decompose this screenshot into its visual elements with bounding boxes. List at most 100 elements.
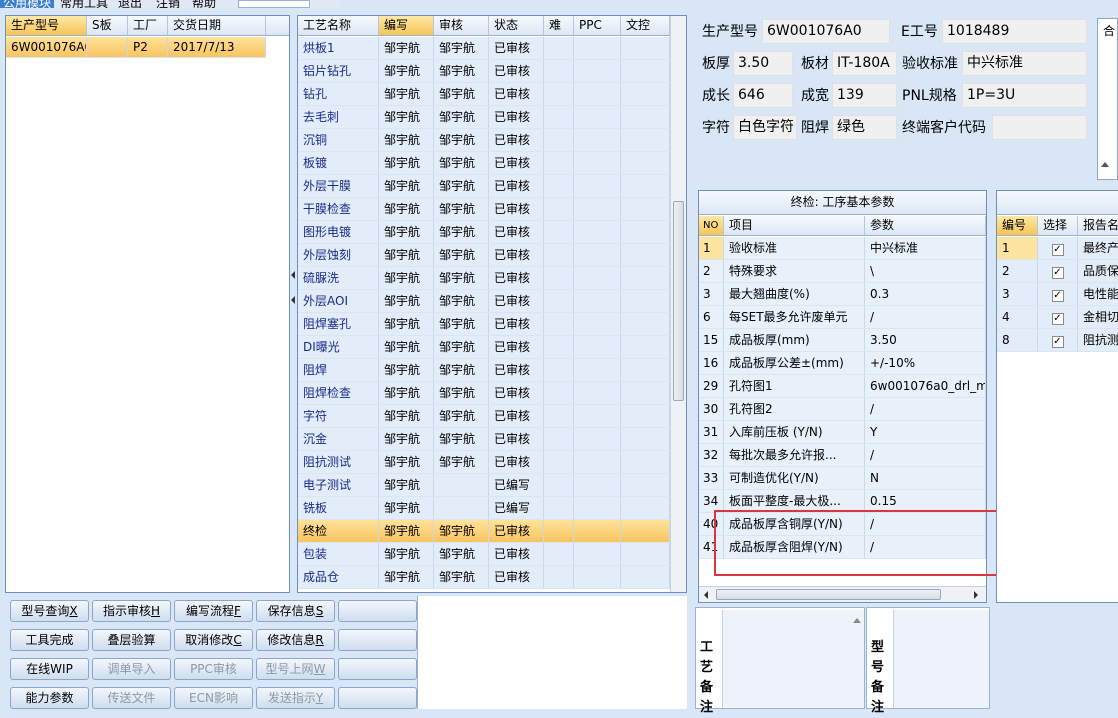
scroll-left-icon[interactable] [704, 591, 708, 599]
menu-item-exit[interactable]: 退出 [118, 0, 142, 8]
col-select[interactable]: 选择 [1038, 216, 1078, 235]
table-row[interactable]: 33 可制造优化(Y/N) N [699, 467, 986, 490]
model-notes-textarea[interactable] [893, 610, 989, 708]
table-row[interactable]: 钻孔 邹宇航 邹宇航 已审核 [298, 83, 670, 106]
menu-item-tools[interactable]: 常用工具 [60, 0, 108, 8]
col-author[interactable]: 编写 [379, 16, 434, 35]
field-model[interactable]: 6W001076A0 [762, 19, 890, 44]
scroll-right-icon[interactable] [974, 591, 978, 599]
table-row[interactable]: 8 ✓ 阻抗测 [997, 329, 1118, 352]
select-checkbox[interactable]: ✓ [1038, 306, 1078, 328]
table-row[interactable]: 铝片钻孔 邹宇航 邹宇航 已审核 [298, 60, 670, 83]
table-row[interactable]: 1 验收标准 中兴标准 [699, 237, 986, 260]
field-customer-code[interactable] [992, 115, 1087, 140]
table-row[interactable]: 外层蚀刻 邹宇航 邹宇航 已审核 [298, 244, 670, 267]
table-row[interactable]: 字符 邹宇航 邹宇航 已审核 [298, 405, 670, 428]
table-row[interactable]: 干膜检查 邹宇航 邹宇航 已审核 [298, 198, 670, 221]
params-hscrollbar[interactable] [699, 586, 986, 602]
table-row[interactable]: 3 最大翘曲度(%) 0.3 [699, 283, 986, 306]
action-button[interactable]: 修改信息R [256, 629, 335, 651]
table-row[interactable]: 外层干膜 邹宇航 邹宇航 已审核 [298, 175, 670, 198]
action-button[interactable] [338, 629, 417, 651]
action-button[interactable] [338, 600, 417, 622]
splitter-arrow-icon[interactable] [291, 271, 295, 279]
field-material[interactable]: IT-180A [832, 51, 897, 76]
table-row[interactable]: 沉金 邹宇航 邹宇航 已审核 [298, 428, 670, 451]
col-report-name[interactable]: 报告名 [1078, 216, 1118, 235]
table-row[interactable]: 外层AOI 邹宇航 邹宇航 已审核 [298, 290, 670, 313]
table-row[interactable]: 15 成品板厚(mm) 3.50 [699, 329, 986, 352]
process-scrollbar[interactable] [670, 16, 686, 592]
table-row[interactable]: DI曝光 邹宇航 邹宇航 已审核 [298, 336, 670, 359]
col-factory[interactable]: 工厂 [128, 16, 168, 35]
table-row[interactable]: 电子测试 邹宇航 已编写 [298, 474, 670, 497]
field-pnl[interactable]: 1P=3U [962, 83, 1087, 108]
table-row[interactable]: 4 ✓ 金相切 [997, 306, 1118, 329]
table-row[interactable]: 成品仓 邹宇航 邹宇航 已审核 [298, 566, 670, 589]
table-row[interactable]: 6W001076A0 P2 2017/7/13 [6, 37, 266, 58]
table-row[interactable]: 6 每SET最多允许废单元 / [699, 306, 986, 329]
table-row[interactable]: 16 成品板厚公差±(mm) +/-10% [699, 352, 986, 375]
table-row[interactable]: 烘板1 邹宇航 邹宇航 已审核 [298, 37, 670, 60]
table-row[interactable]: 3 ✓ 电性能 [997, 283, 1118, 306]
action-button[interactable]: 保存信息S [256, 600, 335, 622]
action-button[interactable]: PPC审核 [174, 658, 253, 680]
splitter-arrow-icon[interactable] [291, 296, 295, 304]
table-row[interactable]: 去毛刺 邹宇航 邹宇航 已审核 [298, 106, 670, 129]
col-doc-control[interactable]: 文控 [621, 16, 670, 35]
col-no[interactable]: NO [699, 216, 724, 235]
action-button[interactable]: 取消修改C [174, 629, 253, 651]
menu-search-box[interactable] [238, 0, 310, 8]
menu-item-help[interactable]: 帮助 [192, 0, 216, 8]
scroll-up-icon[interactable] [853, 618, 861, 623]
action-button[interactable]: 调单导入 [92, 658, 171, 680]
col-report-no[interactable]: 编号 [997, 216, 1038, 235]
field-length[interactable]: 646 [733, 83, 793, 108]
field-soldermask[interactable]: 绿色 [832, 115, 897, 140]
table-row[interactable]: 32 每批次最多允许报... / [699, 444, 986, 467]
table-row[interactable]: 阻焊塞孔 邹宇航 邹宇航 已审核 [298, 313, 670, 336]
menu-item-logout[interactable]: 注销 [156, 0, 180, 8]
col-delivery-date[interactable]: 交货日期 [168, 16, 266, 35]
field-legend[interactable]: 白色字符 [733, 115, 797, 140]
table-row[interactable]: 1 ✓ 最终产 [997, 237, 1118, 260]
checkbox-checked-icon[interactable]: ✓ [1051, 290, 1064, 302]
action-button[interactable]: 编写流程F [174, 600, 253, 622]
select-checkbox[interactable]: ✓ [1038, 283, 1078, 305]
table-row[interactable]: 硫脲洗 邹宇航 邹宇航 已审核 [298, 267, 670, 290]
col-param[interactable]: 参数 [865, 216, 986, 235]
table-row[interactable]: 30 孔符图2/ [699, 398, 986, 421]
action-button[interactable]: 型号查询X [10, 600, 89, 622]
table-row[interactable]: 铣板 邹宇航 已编写 [298, 497, 670, 520]
action-button[interactable]: 在线WIP [10, 658, 89, 680]
checkbox-checked-icon[interactable]: ✓ [1051, 336, 1064, 348]
col-s-board[interactable]: S板 [87, 16, 128, 35]
table-row[interactable]: 2 ✓ 品质保 [997, 260, 1118, 283]
action-button[interactable]: 工具完成 [10, 629, 89, 651]
table-row[interactable]: 2 特殊要求 \ [699, 260, 986, 283]
select-checkbox[interactable]: ✓ [1038, 260, 1078, 282]
table-row[interactable]: 包装 邹宇航 邹宇航 已审核 [298, 543, 670, 566]
process-notes-textarea[interactable] [722, 610, 864, 708]
checkbox-checked-icon[interactable]: ✓ [1051, 244, 1064, 256]
action-button[interactable]: 发送指示Y [256, 687, 335, 709]
action-button[interactable]: 叠层验算 [92, 629, 171, 651]
scroll-thumb[interactable] [716, 589, 941, 600]
select-checkbox[interactable]: ✓ [1038, 329, 1078, 351]
scroll-thumb[interactable] [673, 201, 684, 401]
field-acceptance[interactable]: 中兴标准 [962, 51, 1087, 76]
field-eno[interactable]: 1018489 [942, 19, 1087, 44]
table-row[interactable]: 板镀 邹宇航 邹宇航 已审核 [298, 152, 670, 175]
table-row[interactable]: 终检 邹宇航 邹宇航 已审核 [298, 520, 670, 543]
action-button[interactable]: 型号上网W [256, 658, 335, 680]
col-model[interactable]: 生产型号 [6, 16, 87, 35]
col-ppc[interactable]: PPC [574, 16, 621, 35]
action-button[interactable] [338, 658, 417, 680]
checkbox-checked-icon[interactable]: ✓ [1051, 313, 1064, 325]
col-reviewer[interactable]: 审核 [434, 16, 489, 35]
checkbox-checked-icon[interactable]: ✓ [1051, 267, 1064, 279]
col-process-name[interactable]: 工艺名称 [298, 16, 379, 35]
action-button[interactable] [338, 687, 417, 709]
action-button[interactable]: ECN影响 [174, 687, 253, 709]
table-row[interactable]: 沉铜 邹宇航 邹宇航 已审核 [298, 129, 670, 152]
